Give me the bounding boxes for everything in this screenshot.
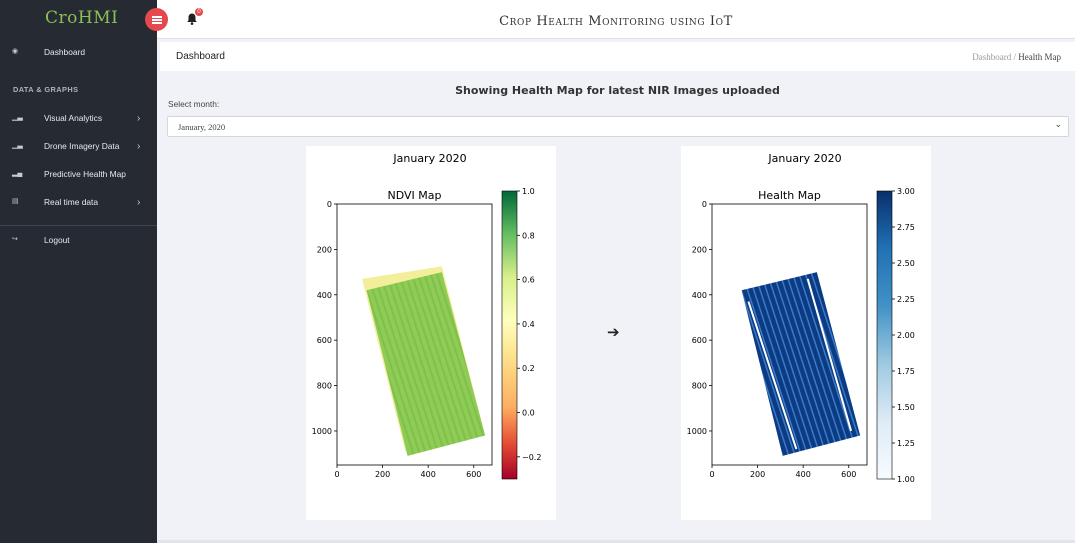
month-select-value: January, 2020 <box>178 122 226 132</box>
y-tick-label: 200 <box>692 245 707 254</box>
logout-icon: ↪ <box>12 236 18 243</box>
x-tick-label: 400 <box>796 470 811 479</box>
top-header: 0 Crop Health Monitoring using IoT <box>157 0 1075 39</box>
chevron-right-icon: › <box>137 140 141 152</box>
colorbar-tick-label: 1.50 <box>897 403 915 412</box>
menu-icon <box>151 15 162 24</box>
month-select-label: Select month: <box>168 99 220 109</box>
bar-chart-icon: ▁▃ <box>12 114 23 121</box>
y-tick-label: 400 <box>317 291 332 300</box>
colorbar-tick-label: 0.0 <box>522 409 535 418</box>
colorbar-tick-label: 1.0 <box>522 187 535 196</box>
area-chart-icon: ▂▄ <box>12 170 23 177</box>
page-header: Dashboard Dashboard / Health Map <box>160 42 1075 71</box>
colorbar-tick-label: 3.00 <box>897 187 915 196</box>
y-tick-label: 600 <box>317 336 332 345</box>
chevron-right-icon: › <box>137 112 141 124</box>
chart-suptitle: January 2020 <box>392 152 466 165</box>
x-tick-label: 200 <box>375 470 390 479</box>
sidebar-item-visual-analytics[interactable]: ▁▃ Visual Analytics › <box>0 108 157 128</box>
sidebar-item-dashboard[interactable]: ◉ Dashboard <box>0 42 157 62</box>
health-map-chart: January 2020 Health Map 0 200 400 600 0 200 400 6… <box>687 152 915 484</box>
sidebar-item-label: Drone Imagery Data <box>44 141 120 151</box>
app-logo[interactable]: CroHMI <box>45 8 118 28</box>
x-tick-label: 600 <box>841 470 856 479</box>
y-tick-label: 800 <box>317 382 332 391</box>
colorbar-tick-label: 0.8 <box>522 231 535 240</box>
colorbar-tick-label: 1.25 <box>897 439 915 448</box>
section-heading: Showing Health Map for latest NIR Images… <box>455 84 780 97</box>
sidebar-item-label: Visual Analytics <box>44 113 103 123</box>
x-tick-label: 600 <box>466 470 481 479</box>
page-title: Dashboard <box>176 51 225 62</box>
colorbar-tick-label: 2.50 <box>897 259 915 268</box>
sidebar-item-label: Logout <box>44 235 70 245</box>
y-tick-label: 0 <box>702 200 707 209</box>
app-title: Crop Health Monitoring using IoT <box>499 14 733 29</box>
y-tick-label: 1000 <box>687 427 707 436</box>
chart-suptitle: January 2020 <box>767 152 841 165</box>
table-icon: ▤ <box>12 198 19 205</box>
colorbar-tick-label: 2.00 <box>897 331 915 340</box>
breadcrumb-link-dashboard[interactable]: Dashboard <box>972 52 1011 62</box>
breadcrumb: Dashboard / Health Map <box>972 52 1061 62</box>
colorbar <box>501 190 518 480</box>
y-tick-label: 800 <box>692 382 707 391</box>
month-select[interactable]: January, 2020 ⌄ <box>167 116 1069 137</box>
y-tick-label: 600 <box>692 336 707 345</box>
sidebar-section-label: DATA & GRAPHS <box>13 85 79 94</box>
bar-chart-icon: ▁▃ <box>12 142 23 149</box>
ndvi-map-card: January 2020 NDVI Map 0 200 400 600 0 200 400 600… <box>306 146 556 520</box>
colorbar-tick-label: 2.25 <box>897 295 915 304</box>
field-heatmap <box>741 272 861 456</box>
y-tick-label: 1000 <box>312 427 332 436</box>
sidebar-item-label: Real time data <box>44 197 98 207</box>
x-tick-label: 0 <box>709 470 714 479</box>
health-map-card: January 2020 Health Map 0 200 400 600 0 200 400 6… <box>681 146 931 520</box>
sidebar-item-logout[interactable]: ↪ Logout <box>0 230 157 250</box>
sidebar-item-label: Dashboard <box>44 47 85 57</box>
sidebar-toggle-button[interactable] <box>145 8 168 31</box>
sidebar-divider <box>0 225 157 226</box>
colorbar <box>876 190 893 480</box>
dashboard-icon: ◉ <box>12 48 19 55</box>
x-tick-label: 0 <box>334 470 339 479</box>
sidebar-item-predictive-health-map[interactable]: ▂▄ Predictive Health Map <box>0 164 157 184</box>
sidebar-item-drone-imagery[interactable]: ▁▃ Drone Imagery Data › <box>0 136 157 156</box>
sidebar-item-real-time-data[interactable]: ▤ Real time data › <box>0 192 157 212</box>
breadcrumb-current: Health Map <box>1018 52 1061 62</box>
chevron-right-icon: › <box>137 196 141 208</box>
x-tick-label: 200 <box>750 470 765 479</box>
colorbar-tick-label: −0.2 <box>522 453 541 462</box>
y-tick-label: 400 <box>692 291 707 300</box>
sidebar: CroHMI ◉ Dashboard DATA & GRAPHS ▁▃ Visu… <box>0 0 157 543</box>
sidebar-item-label: Predictive Health Map <box>44 169 126 179</box>
colorbar-tick-label: 0.6 <box>522 276 535 285</box>
arrow-right-icon: ➔ <box>607 323 620 341</box>
colorbar-tick-label: 0.4 <box>522 320 535 329</box>
x-tick-label: 400 <box>421 470 436 479</box>
chart-title: Health Map <box>758 189 821 202</box>
colorbar-tick-label: 0.2 <box>522 364 535 373</box>
colorbar-tick-label: 1.75 <box>897 367 915 376</box>
y-tick-label: 0 <box>327 200 332 209</box>
colorbar-tick-label: 1.00 <box>897 475 915 484</box>
brand: CroHMI <box>0 0 157 38</box>
ndvi-map-chart: January 2020 NDVI Map 0 200 400 600 0 200 400 600… <box>312 152 541 480</box>
chart-title: NDVI Map <box>388 189 442 202</box>
y-tick-label: 200 <box>317 245 332 254</box>
chevron-down-icon: ⌄ <box>1054 120 1062 130</box>
colorbar-tick-label: 2.75 <box>897 223 915 232</box>
